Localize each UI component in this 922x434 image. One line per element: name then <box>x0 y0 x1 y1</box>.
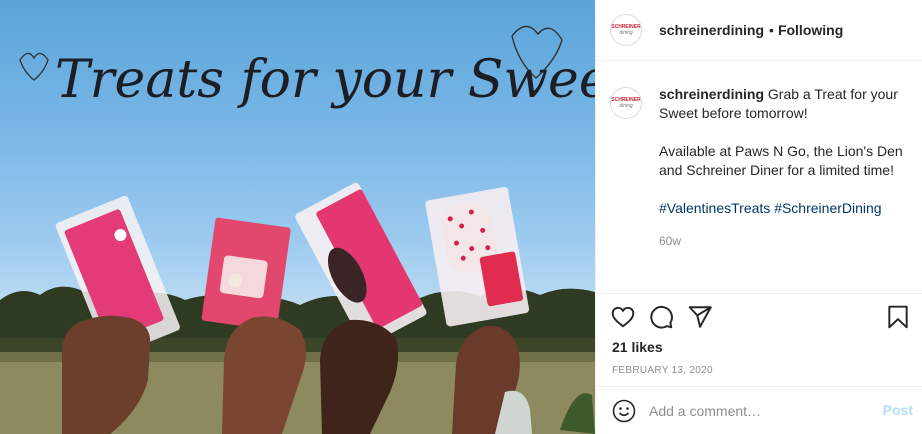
heart-icon[interactable] <box>610 304 636 330</box>
caption-line-2: Available at Paws N Go, the Lion's Den a… <box>659 143 903 178</box>
comment-input[interactable] <box>649 402 874 419</box>
caption-row: SCHREINER dining schreinerdining Grab a … <box>610 85 905 251</box>
caption-avatar[interactable]: SCHREINER dining <box>610 87 642 119</box>
share-icon[interactable] <box>687 304 713 330</box>
comment-bar: Post <box>596 386 922 434</box>
likes-count[interactable]: 21 likes <box>612 339 663 355</box>
caption-text: schreinerdining Grab a Treat for your Sw… <box>659 85 905 251</box>
comment-icon[interactable] <box>648 304 674 330</box>
action-icons <box>610 304 910 332</box>
actions-section: 21 likes FEBRUARY 13, 2020 <box>596 293 922 386</box>
photo-title-text: Treats for your Sweet <box>55 50 595 110</box>
avatar[interactable]: SCHREINER dining <box>610 14 642 46</box>
header-username[interactable]: schreinerdining <box>659 22 764 38</box>
hashtag-schreinerdining[interactable]: #SchreinerDining <box>774 200 881 216</box>
emoji-icon[interactable] <box>612 399 636 423</box>
avatar-logo: SCHREINER dining <box>611 24 641 36</box>
post-header: SCHREINER dining schreinerdining • Follo… <box>596 0 922 61</box>
post-photo[interactable]: Treats for your Sweet <box>0 0 595 434</box>
post-button[interactable]: Post <box>883 402 913 418</box>
caption-username[interactable]: schreinerdining <box>659 86 764 102</box>
caption-section: SCHREINER dining schreinerdining Grab a … <box>596 61 922 293</box>
hashtag-valentinestreats[interactable]: #ValentinesTreats <box>659 200 770 216</box>
caption-hashtags: #ValentinesTreats #SchreinerDining <box>659 199 905 218</box>
following-button[interactable]: Following <box>778 22 843 38</box>
post-sidebar: SCHREINER dining schreinerdining • Follo… <box>595 0 922 434</box>
separator-dot: • <box>769 22 774 38</box>
treat-package-2 <box>201 217 291 331</box>
heart-doodle-left <box>19 52 49 81</box>
avatar-logo: SCHREINER dining <box>611 97 641 109</box>
bookmark-icon[interactable] <box>885 304 911 330</box>
time-ago[interactable]: 60w <box>659 232 905 251</box>
post-date[interactable]: FEBRUARY 13, 2020 <box>612 365 713 376</box>
